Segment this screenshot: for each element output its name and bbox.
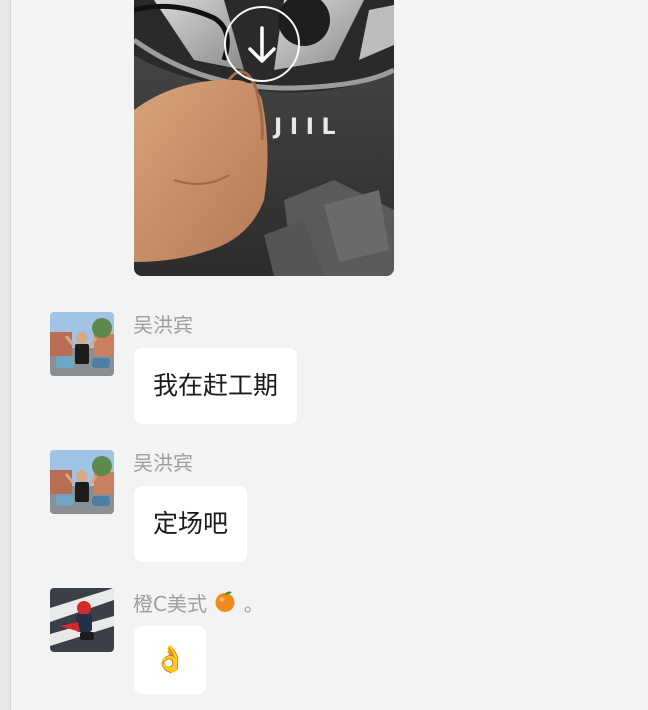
orange-emoji-icon bbox=[215, 591, 235, 612]
tire-lettering: J I I L bbox=[272, 115, 336, 140]
sender-name-text: 橙C美式 bbox=[133, 592, 207, 616]
sender-name: 吴洪宾 bbox=[133, 313, 193, 337]
avatar-photo bbox=[50, 312, 114, 376]
avatar[interactable] bbox=[50, 588, 114, 652]
chat-list-divider bbox=[0, 0, 11, 710]
message-bubble[interactable]: 👌 bbox=[134, 626, 207, 694]
message-bubble[interactable]: 定场吧 bbox=[134, 486, 248, 562]
avatar-photo bbox=[50, 450, 114, 514]
message-bubble[interactable]: 我在赶工期 bbox=[134, 348, 298, 424]
avatar-photo bbox=[50, 588, 114, 652]
sender-name: 吴洪宾 bbox=[133, 451, 193, 475]
sender-name-suffix: 。 bbox=[243, 592, 264, 616]
download-button[interactable] bbox=[224, 6, 300, 82]
avatar[interactable] bbox=[50, 312, 114, 376]
download-arrow-icon bbox=[248, 26, 276, 63]
sender-name: 橙C美式 。 bbox=[133, 589, 264, 616]
avatar[interactable] bbox=[50, 450, 114, 514]
